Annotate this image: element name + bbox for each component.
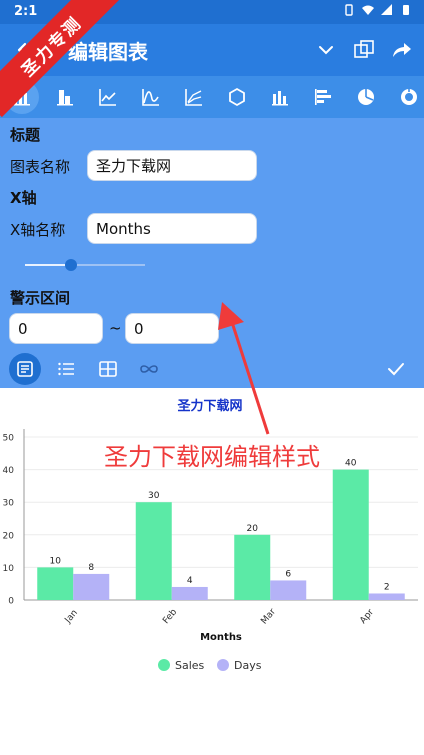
legend-label: Sales xyxy=(175,659,205,672)
data-label: 6 xyxy=(285,569,291,579)
range-from-input[interactable] xyxy=(9,313,103,344)
curve-chart-icon xyxy=(141,89,159,106)
range-separator: ~ xyxy=(109,319,122,337)
data-label: 30 xyxy=(148,491,160,501)
annotation-arrow-icon xyxy=(218,302,270,435)
multi-line-icon xyxy=(184,89,202,106)
bar-sales xyxy=(37,567,74,600)
bar-days xyxy=(171,586,208,600)
chart-type-pie[interactable] xyxy=(344,76,387,118)
data-label: 40 xyxy=(345,459,357,469)
tab-infinity[interactable] xyxy=(133,353,165,385)
x-axis-name-label: X轴名称 xyxy=(10,221,66,239)
data-label: 8 xyxy=(88,563,94,573)
chart-type-stacked-bar[interactable] xyxy=(43,76,86,118)
chart-type-curve[interactable] xyxy=(129,76,172,118)
page-title: 编辑图表 xyxy=(68,40,148,64)
bar-days xyxy=(73,573,110,600)
check-icon xyxy=(388,363,404,376)
chart-type-grouped-bar[interactable] xyxy=(258,76,301,118)
chart-name-label: 图表名称 xyxy=(10,158,71,176)
y-tick-label: 10 xyxy=(3,564,15,574)
y-tick-label: 40 xyxy=(3,466,15,476)
data-label: 2 xyxy=(384,582,390,592)
screenshot-icon[interactable] xyxy=(352,38,376,62)
tab-table[interactable] xyxy=(92,353,124,385)
confirm-button[interactable] xyxy=(380,353,412,385)
range-to-input[interactable] xyxy=(125,313,219,344)
stacked-bar-icon xyxy=(56,90,73,106)
legend-label: Days xyxy=(234,659,262,672)
line-chart-icon xyxy=(98,89,116,106)
status-icons xyxy=(343,4,412,16)
y-tick-label: 20 xyxy=(3,531,15,541)
chart-type-line[interactable] xyxy=(86,76,129,118)
status-time: 2:1 xyxy=(14,4,38,19)
y-tick-label: 0 xyxy=(8,597,14,607)
data-label: 10 xyxy=(50,556,62,566)
legend-marker xyxy=(217,659,229,671)
tab-list[interactable] xyxy=(50,353,82,385)
vibrate-icon xyxy=(345,4,353,16)
bar-sales xyxy=(234,534,271,600)
share-icon[interactable] xyxy=(390,38,414,62)
tab-text[interactable] xyxy=(9,353,41,385)
bar-days xyxy=(270,580,307,600)
legend-marker xyxy=(158,659,170,671)
chart-type-toolbar xyxy=(0,76,424,118)
bar-sales xyxy=(332,469,369,600)
x-axis-slider-thumb[interactable] xyxy=(64,259,77,271)
x-tick-label: Feb xyxy=(161,607,179,626)
bar-days xyxy=(368,593,405,600)
warning-range-heading: 警示区间 xyxy=(10,289,71,307)
pie-chart-icon xyxy=(357,89,374,105)
chart-name-input[interactable] xyxy=(87,150,257,181)
x-tick-label: Mar xyxy=(259,607,278,627)
chevron-down-icon[interactable] xyxy=(314,38,338,62)
infinity-icon xyxy=(140,365,158,373)
document-icon xyxy=(17,361,33,377)
grouped-bar-icon xyxy=(271,91,288,106)
x-axis-slider-fill xyxy=(25,264,71,266)
x-axis-title: Months xyxy=(200,632,242,643)
y-tick-label: 50 xyxy=(3,434,15,444)
x-tick-label: Jan xyxy=(63,608,80,626)
x-tick-label: Apr xyxy=(358,607,376,626)
horizontal-bar-icon xyxy=(314,89,331,105)
y-tick-label: 30 xyxy=(3,499,15,509)
wifi-icon xyxy=(362,5,374,15)
x-axis-section-heading: X轴 xyxy=(10,189,37,207)
chart-type-horizontal-bar[interactable] xyxy=(301,76,344,118)
battery-icon xyxy=(403,5,409,15)
radar-icon xyxy=(228,87,245,107)
chart-type-donut[interactable] xyxy=(387,76,424,118)
list-icon xyxy=(58,362,74,376)
bar-sales xyxy=(135,502,172,600)
chart-type-radar[interactable] xyxy=(215,76,258,118)
chart-type-multi-line[interactable] xyxy=(172,76,215,118)
table-icon xyxy=(99,361,117,377)
donut-chart-icon xyxy=(400,88,417,105)
watermark-caption: 圣力下载网编辑样式 xyxy=(104,443,320,471)
title-section-heading: 标题 xyxy=(10,126,41,144)
data-label: 20 xyxy=(247,524,259,534)
x-axis-name-input[interactable] xyxy=(87,213,257,244)
data-label: 4 xyxy=(187,576,193,586)
signal-icon xyxy=(381,4,392,15)
